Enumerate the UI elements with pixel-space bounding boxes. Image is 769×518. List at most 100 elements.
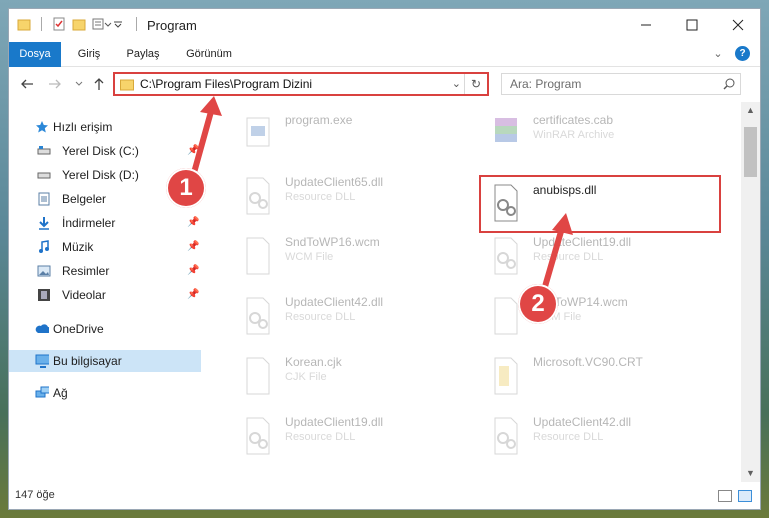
nav-item-videos[interactable]: Videolar 📌 [9, 284, 201, 306]
status-bar: 147 öğe [9, 485, 760, 509]
file-type: Resource DLL [533, 251, 604, 263]
toolbar-separator [41, 17, 42, 31]
drive-icon [37, 146, 51, 155]
nav-label: Resimler [62, 264, 110, 278]
address-row: C:\Program Files\Program Dizini ⌄ ↻ Ara:… [9, 67, 760, 101]
back-button[interactable] [19, 76, 35, 92]
window-title: Program [147, 18, 197, 33]
up-button[interactable] [91, 76, 107, 92]
network-icon [35, 386, 49, 398]
nav-item-this-pc[interactable]: Bu bilgisayar [9, 350, 201, 372]
help-icon[interactable]: ? [735, 46, 750, 61]
back-arrow-icon [21, 79, 33, 89]
file-item[interactable]: UpdateClient19.dll Resource DLL [459, 232, 679, 284]
downloads-icon [39, 217, 49, 230]
nav-label: Bu bilgisayar [53, 354, 122, 368]
star-icon [36, 121, 48, 133]
refresh-icon[interactable]: ↻ [464, 74, 487, 94]
pictures-icon [37, 265, 51, 277]
nav-label: Yerel Disk (C:) [62, 144, 139, 158]
cloud-icon [35, 324, 49, 333]
maximize-button[interactable] [669, 9, 715, 41]
folder-file-icon [494, 357, 518, 395]
large-icons-view-icon[interactable] [738, 490, 752, 502]
nav-quick-access[interactable]: Hızlı erişim [9, 116, 201, 138]
file-item[interactable]: SndToWP14.wcm WCM File [459, 292, 679, 344]
file-item[interactable]: program.exe [211, 110, 431, 162]
scroll-down-icon[interactable]: ▼ [741, 465, 760, 482]
dll-icon [494, 417, 518, 455]
explorer-window: Program Dosya Giriş Paylaş Görünüm ⌄ ? C… [8, 8, 761, 510]
vertical-scrollbar[interactable]: ▲ ▼ [741, 102, 760, 482]
computer-icon [35, 354, 49, 368]
minimize-button[interactable] [623, 9, 669, 41]
file-item[interactable]: UpdateClient42.dll Resource DLL [459, 412, 679, 464]
file-type: WinRAR Archive [533, 129, 615, 141]
ribbon-expand-icon[interactable]: ⌄ [711, 42, 725, 66]
details-view-icon[interactable] [718, 490, 732, 502]
forward-arrow-icon [49, 79, 61, 89]
nav-item-downloads[interactable]: İndirmeler 📌 [9, 212, 201, 234]
pin-icon: 📌 [187, 217, 200, 228]
file-item[interactable]: UpdateClient42.dll Resource DLL [211, 292, 431, 344]
nav-item-music[interactable]: Müzik 📌 [9, 236, 201, 258]
address-path[interactable]: C:\Program Files\Program Dizini [140, 77, 312, 91]
file-list: program.exe certificates.cab WinRAR Arch… [201, 102, 741, 482]
search-icon[interactable] [723, 78, 735, 93]
dll-icon [246, 417, 270, 455]
dll-icon [246, 177, 270, 215]
search-input[interactable]: Ara: Program [510, 77, 581, 91]
file-item[interactable]: certificates.cab WinRAR Archive [459, 110, 679, 162]
new-folder-icon[interactable] [72, 17, 86, 31]
tab-view[interactable]: Görünüm [179, 42, 239, 66]
archive-icon [495, 118, 517, 142]
dll-icon [494, 237, 518, 275]
close-button[interactable] [715, 9, 760, 41]
folder-icon [120, 78, 134, 94]
forward-button[interactable] [47, 76, 63, 92]
nav-item-network[interactable]: Ağ [9, 382, 201, 404]
file-type: Resource DLL [285, 431, 356, 443]
file-item[interactable]: UpdateClient65.dll Resource DLL [211, 172, 431, 224]
blank-file-icon [246, 237, 270, 275]
pin-icon: 📌 [187, 265, 200, 276]
address-bar[interactable]: C:\Program Files\Program Dizini ⌄ ↻ [113, 72, 489, 96]
scroll-up-icon[interactable]: ▲ [741, 102, 760, 119]
file-item[interactable]: SndToWP16.wcm WCM File [211, 232, 431, 284]
nav-item-onedrive[interactable]: OneDrive [9, 318, 201, 340]
properties-icon[interactable] [52, 17, 66, 31]
file-name: UpdateClient42.dll [285, 295, 384, 309]
file-item[interactable]: Korean.cjk CJK File [211, 352, 431, 404]
file-name: certificates.cab [533, 113, 614, 127]
file-type: Resource DLL [285, 311, 356, 323]
folder-icon [17, 17, 31, 31]
nav-item-local-disk-c[interactable]: Yerel Disk (C:) 📌 [9, 140, 201, 162]
tab-share[interactable]: Paylaş [119, 42, 167, 66]
nav-label: Müzik [62, 240, 94, 254]
step-badge-1: 1 [166, 168, 206, 208]
file-name: SndToWP16.wcm [285, 235, 380, 249]
quick-access-toolbar [17, 17, 141, 31]
nav-item-pictures[interactable]: Resimler 📌 [9, 260, 201, 282]
nav-label: Yerel Disk (D:) [62, 168, 139, 182]
toolbar-dropdown-icon[interactable] [112, 17, 126, 31]
file-item[interactable]: UpdateClient19.dll Resource DLL [211, 412, 431, 464]
tab-home[interactable]: Giriş [67, 42, 111, 66]
file-name: UpdateClient42.dll [533, 415, 632, 429]
recent-locations-button[interactable] [71, 76, 87, 92]
file-name: UpdateClient65.dll [285, 175, 384, 189]
file-item-selected[interactable]: anubisps.dll [479, 175, 721, 233]
search-box[interactable]: Ara: Program [501, 73, 741, 95]
address-dropdown-icon[interactable]: ⌄ [452, 77, 461, 90]
drive-icon [37, 172, 51, 179]
scroll-thumb[interactable] [744, 127, 757, 177]
blank-file-icon [246, 357, 270, 395]
file-name: Korean.cjk [285, 355, 342, 369]
videos-icon [38, 289, 50, 301]
nav-label: İndirmeler [62, 216, 116, 230]
view-switcher [718, 490, 752, 502]
nav-label: Belgeler [62, 192, 107, 206]
customize-toolbar-icon[interactable] [92, 17, 112, 31]
file-item[interactable]: Microsoft.VC90.CRT [459, 352, 679, 404]
file-type: CJK File [285, 371, 327, 383]
